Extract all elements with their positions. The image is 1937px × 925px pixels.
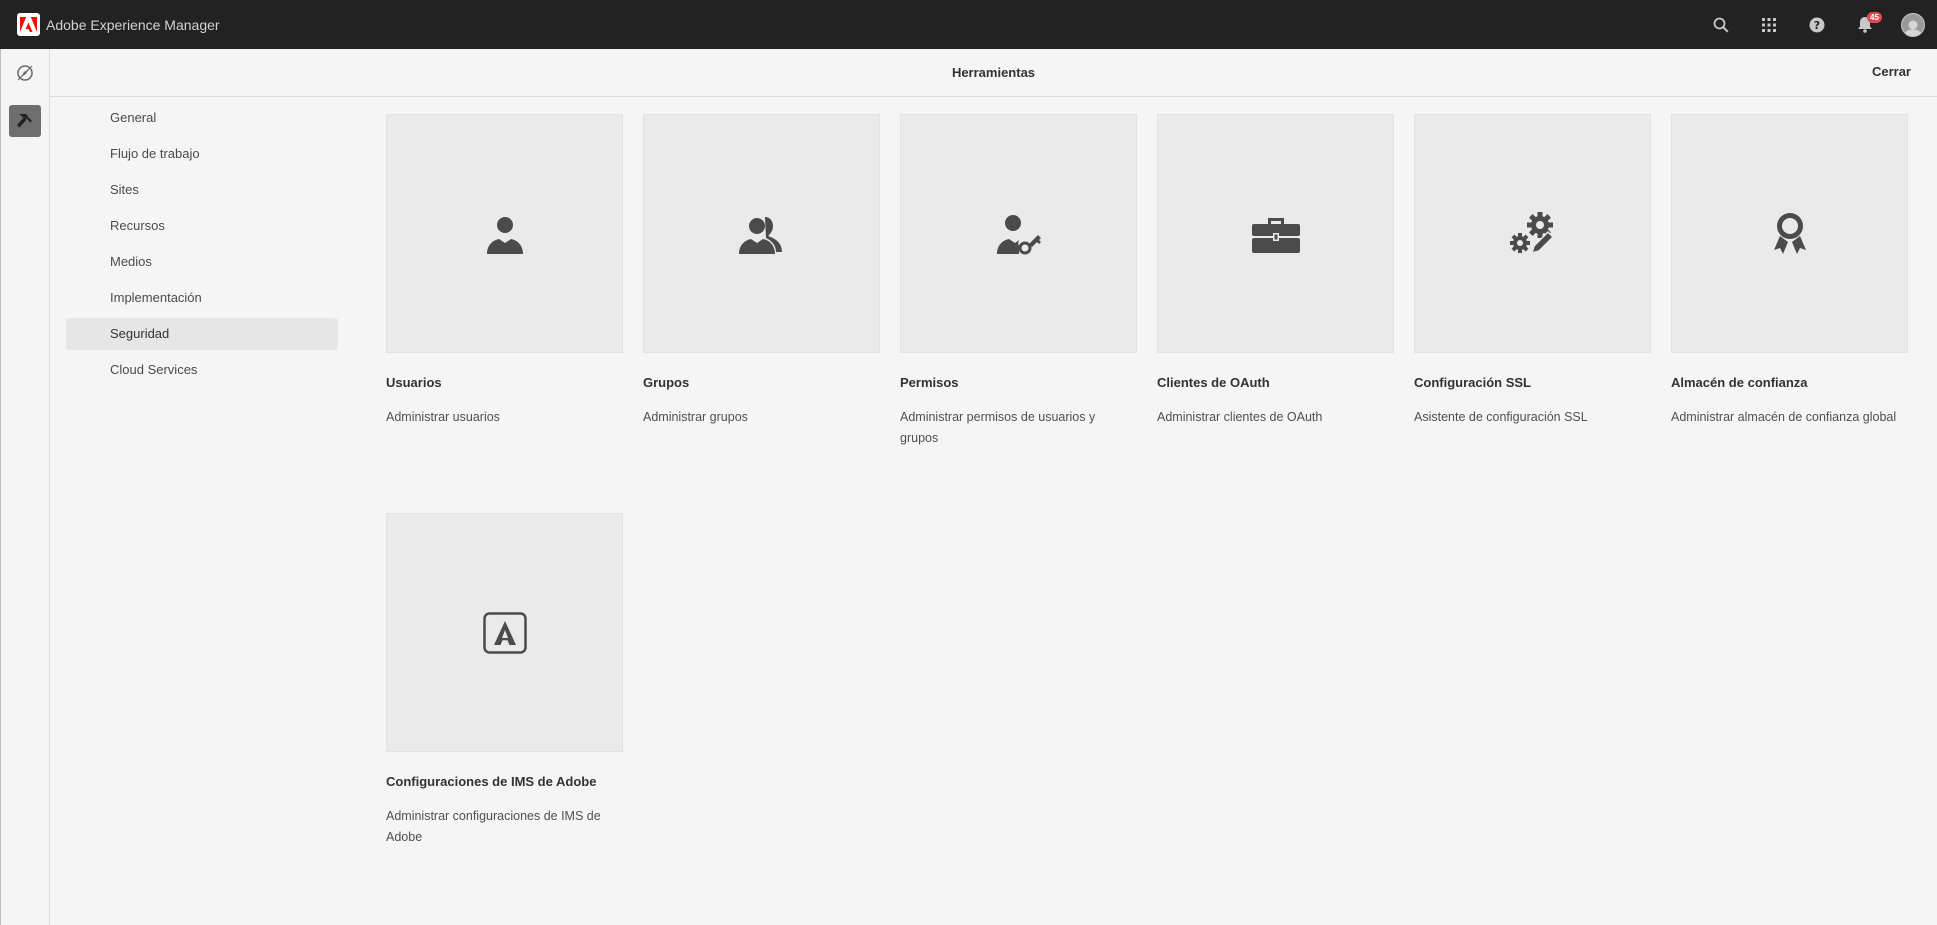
tools-category-nav: General Flujo de trabajo Sites Recursos … bbox=[66, 102, 338, 390]
brand-link[interactable]: Adobe Experience Manager bbox=[17, 13, 220, 36]
nav-item-assets[interactable]: Recursos bbox=[66, 210, 338, 242]
card-groups[interactable]: Grupos Administrar grupos bbox=[643, 114, 880, 428]
user-menu-button[interactable] bbox=[1889, 0, 1937, 49]
card-title: Permisos bbox=[900, 375, 959, 390]
card-title: Configuraciones de IMS de Adobe bbox=[386, 774, 597, 789]
card-description: Asistente de configuración SSL bbox=[1414, 410, 1588, 424]
svg-text:?: ? bbox=[1814, 19, 1820, 32]
card-thumbnail[interactable] bbox=[643, 114, 880, 353]
navigation-button[interactable] bbox=[9, 57, 41, 89]
nav-item-security[interactable]: Seguridad bbox=[66, 318, 338, 350]
card-description: Administrar configuraciones de IMS de Ad… bbox=[386, 809, 601, 844]
card-permissions[interactable]: Permisos Administrar permisos de usuario… bbox=[900, 114, 1137, 449]
user-icon bbox=[486, 216, 523, 254]
card-description: Administrar almacén de confianza global bbox=[1671, 410, 1897, 424]
nav-item-cloud-services[interactable]: Cloud Services bbox=[66, 354, 338, 386]
award-ribbon-icon bbox=[1773, 212, 1806, 254]
help-icon: ? bbox=[1809, 17, 1825, 32]
card-description: Administrar usuarios bbox=[386, 410, 500, 424]
card-oauth-clients[interactable]: Clientes de OAuth Administrar clientes d… bbox=[1157, 114, 1394, 428]
nav-item-sites[interactable]: Sites bbox=[66, 174, 338, 206]
global-header: Adobe Experience Manager ? 45 bbox=[0, 0, 1937, 49]
card-thumbnail[interactable] bbox=[1414, 114, 1651, 353]
notifications-button[interactable]: 45 bbox=[1841, 0, 1889, 49]
card-title: Configuración SSL bbox=[1414, 375, 1531, 390]
gears-edit-icon bbox=[1509, 211, 1554, 254]
search-button[interactable] bbox=[1697, 0, 1745, 49]
card-description: Administrar clientes de OAuth bbox=[1157, 410, 1323, 424]
solutions-button[interactable] bbox=[1745, 0, 1793, 49]
card-title: Grupos bbox=[643, 375, 690, 390]
apps-grid-icon bbox=[1762, 17, 1776, 32]
card-thumbnail[interactable] bbox=[1671, 114, 1908, 353]
search-icon bbox=[1713, 17, 1729, 33]
card-thumbnail[interactable] bbox=[900, 114, 1137, 353]
nav-item-general[interactable]: General bbox=[66, 102, 338, 134]
action-bar: Herramientas Cerrar bbox=[50, 49, 1937, 97]
card-title: Almacén de confianza bbox=[1671, 375, 1808, 390]
adobe-logo-icon bbox=[482, 611, 527, 654]
card-thumbnail[interactable] bbox=[386, 114, 623, 353]
card-description: Administrar permisos de usuarios y grupo… bbox=[900, 410, 1096, 445]
card-thumbnail[interactable] bbox=[1157, 114, 1394, 353]
app-title: Adobe Experience Manager bbox=[46, 16, 220, 33]
left-rail bbox=[0, 49, 50, 925]
tools-button[interactable] bbox=[9, 105, 41, 137]
user-group-icon bbox=[738, 216, 782, 254]
navigation-compass-icon bbox=[17, 65, 33, 81]
card-users[interactable]: Usuarios Administrar usuarios bbox=[386, 114, 623, 428]
nav-item-media[interactable]: Medios bbox=[66, 246, 338, 278]
help-button[interactable]: ? bbox=[1793, 0, 1841, 49]
card-trust-store[interactable]: Almacén de confianza Administrar almacén… bbox=[1671, 114, 1908, 428]
card-adobe-ims-configurations[interactable]: Configuraciones de IMS de Adobe Administ… bbox=[386, 513, 623, 848]
notification-badge: 45 bbox=[1867, 12, 1882, 23]
close-button[interactable]: Cerrar bbox=[1872, 64, 1911, 79]
nav-item-workflow[interactable]: Flujo de trabajo bbox=[66, 138, 338, 170]
hammer-tools-icon bbox=[17, 114, 32, 128]
user-key-icon bbox=[996, 214, 1041, 254]
adobe-logo-icon bbox=[17, 13, 40, 36]
card-ssl-configuration[interactable]: Configuración SSL Asistente de configura… bbox=[1414, 114, 1651, 428]
card-thumbnail[interactable] bbox=[386, 513, 623, 752]
nav-item-deployment[interactable]: Implementación bbox=[66, 282, 338, 314]
card-title: Usuarios bbox=[386, 375, 442, 390]
card-description: Administrar grupos bbox=[643, 410, 748, 424]
toolbox-icon bbox=[1251, 217, 1300, 253]
card-title: Clientes de OAuth bbox=[1157, 375, 1270, 390]
avatar bbox=[1901, 12, 1925, 37]
page-title: Herramientas bbox=[951, 65, 1036, 80]
